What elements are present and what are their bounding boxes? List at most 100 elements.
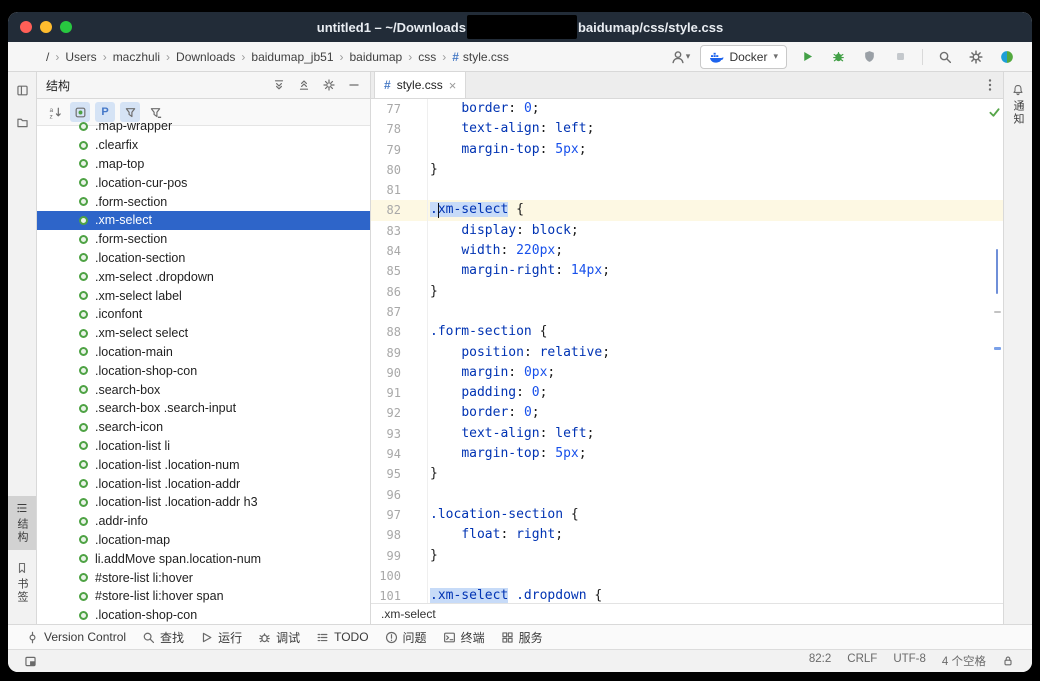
structure-tree-item[interactable]: #store-list li:hover bbox=[37, 568, 370, 587]
plugin-icon[interactable] bbox=[996, 46, 1018, 68]
code-line[interactable]: 85 margin-right: 14px; bbox=[371, 261, 1003, 281]
structure-tree-item[interactable]: .form-section bbox=[37, 192, 370, 211]
code-line[interactable]: 81 bbox=[371, 180, 1003, 200]
code-line[interactable]: 79 margin-top: 5px; bbox=[371, 140, 1003, 160]
structure-tree-item[interactable]: .location-main bbox=[37, 343, 370, 362]
tool-window-button-todo[interactable]: TODO bbox=[308, 625, 376, 649]
structure-tree-item[interactable]: .xm-select .dropdown bbox=[37, 267, 370, 286]
close-tab-icon[interactable]: × bbox=[449, 79, 457, 92]
structure-tree-item[interactable]: .location-section bbox=[37, 249, 370, 268]
caret-position[interactable]: 82:2 bbox=[809, 653, 831, 669]
scrollbar-thumb[interactable] bbox=[996, 249, 998, 294]
code-text[interactable]: border: 0; bbox=[427, 403, 1003, 423]
docker-run-config-button[interactable]: Docker ▾ bbox=[700, 45, 787, 69]
tool-window-button-terminal[interactable]: 终端 bbox=[435, 625, 493, 649]
bookmarks-tool-tab[interactable]: 书签 bbox=[8, 556, 36, 610]
fullscreen-window-button[interactable] bbox=[60, 21, 72, 33]
structure-tree-item[interactable]: .location-shop-con bbox=[37, 361, 370, 380]
structure-tool-tab[interactable]: 结构 bbox=[8, 496, 36, 550]
editor-scrollbar[interactable] bbox=[991, 99, 1003, 583]
code-line[interactable]: 95} bbox=[371, 464, 1003, 484]
panel-settings-gear-icon[interactable] bbox=[319, 75, 339, 95]
structure-tree-item[interactable]: .location-cur-pos bbox=[37, 173, 370, 192]
code-text[interactable]: text-align: left; bbox=[427, 424, 1003, 444]
structure-tree-item[interactable]: li.addMove span.location-num bbox=[37, 549, 370, 568]
breadcrumb-item[interactable]: css bbox=[418, 50, 436, 64]
settings-gear-button[interactable] bbox=[965, 46, 987, 68]
tool-window-button-vcs[interactable]: Version Control bbox=[18, 625, 134, 649]
collapse-all-icon[interactable] bbox=[294, 75, 314, 95]
tab-style-css[interactable]: # style.css × bbox=[374, 72, 466, 98]
breadcrumb-item[interactable]: Users bbox=[65, 50, 96, 64]
structure-tree-item[interactable]: .map-wrapper bbox=[37, 117, 370, 136]
breadcrumb-item[interactable]: / bbox=[46, 50, 49, 64]
folder-icon[interactable] bbox=[12, 112, 32, 132]
code-line[interactable]: 87 bbox=[371, 302, 1003, 322]
code-line[interactable]: 101.xm-select .dropdown { bbox=[371, 586, 1003, 603]
structure-tree-item[interactable]: .location-list .location-addr bbox=[37, 474, 370, 493]
code-text[interactable]: } bbox=[427, 160, 1003, 180]
structure-tree-item[interactable]: .form-section bbox=[37, 230, 370, 249]
code-text[interactable]: } bbox=[427, 546, 1003, 566]
hide-panel-icon[interactable] bbox=[344, 75, 364, 95]
code-line[interactable]: 99} bbox=[371, 546, 1003, 566]
structure-tree-item[interactable]: .map-top bbox=[37, 155, 370, 174]
code-text[interactable]: padding: 0; bbox=[427, 383, 1003, 403]
structure-tree-item[interactable]: .search-box .search-input bbox=[37, 399, 370, 418]
file-encoding[interactable]: UTF-8 bbox=[893, 653, 926, 669]
lock-icon[interactable] bbox=[1002, 655, 1014, 667]
code-line[interactable]: 88.form-section { bbox=[371, 322, 1003, 342]
expand-all-icon[interactable] bbox=[269, 75, 289, 95]
line-ending[interactable]: CRLF bbox=[847, 653, 877, 669]
tool-window-button-run[interactable]: 运行 bbox=[192, 625, 250, 649]
code-line[interactable]: 92 border: 0; bbox=[371, 403, 1003, 423]
code-text[interactable]: border: 0; bbox=[427, 99, 1003, 119]
structure-tree-item[interactable]: .location-shop-con bbox=[37, 606, 370, 624]
code-line[interactable]: 89 position: relative; bbox=[371, 343, 1003, 363]
breadcrumb-item[interactable]: #style.css bbox=[452, 50, 509, 64]
project-view-icon[interactable] bbox=[12, 80, 32, 100]
code-line[interactable]: 84 width: 220px; bbox=[371, 241, 1003, 261]
tool-window-button-debug[interactable]: 调试 bbox=[250, 625, 308, 649]
code-line[interactable]: 83 display: block; bbox=[371, 221, 1003, 241]
user-account-button[interactable]: ▾ bbox=[669, 46, 691, 68]
structure-tree-item[interactable]: .search-box bbox=[37, 380, 370, 399]
structure-tree-item[interactable]: .location-list li bbox=[37, 437, 370, 456]
code-line[interactable]: 86} bbox=[371, 282, 1003, 302]
structure-tree-item[interactable]: .addr-info bbox=[37, 512, 370, 531]
window-layout-icon[interactable] bbox=[20, 651, 40, 671]
tool-window-button-problems[interactable]: 问题 bbox=[377, 625, 435, 649]
tool-window-button-services[interactable]: 服务 bbox=[493, 625, 551, 649]
structure-tree-item[interactable]: .clearfix bbox=[37, 136, 370, 155]
code-line[interactable]: 82.xm-select { bbox=[371, 200, 1003, 220]
run-button[interactable] bbox=[796, 46, 818, 68]
breadcrumb-item[interactable]: maczhuli bbox=[113, 50, 160, 64]
breadcrumb-item[interactable]: Downloads bbox=[176, 50, 235, 64]
code-text[interactable]: margin: 0px; bbox=[427, 363, 1003, 383]
code-text[interactable]: margin-top: 5px; bbox=[427, 140, 1003, 160]
structure-tree-item[interactable]: .iconfont bbox=[37, 305, 370, 324]
structure-tree-item[interactable]: .location-list .location-addr h3 bbox=[37, 493, 370, 512]
code-line[interactable]: 90 margin: 0px; bbox=[371, 363, 1003, 383]
breadcrumb-item[interactable]: baidumap_jb51 bbox=[251, 50, 333, 64]
code-line[interactable]: 100 bbox=[371, 566, 1003, 586]
code-line[interactable]: 78 text-align: left; bbox=[371, 119, 1003, 139]
code-text[interactable]: .xm-select { bbox=[427, 200, 1003, 220]
structure-tree-item[interactable]: .xm-select select bbox=[37, 324, 370, 343]
code-text[interactable] bbox=[427, 302, 1003, 322]
code-text[interactable]: .location-section { bbox=[427, 505, 1003, 525]
code-text[interactable]: } bbox=[427, 282, 1003, 302]
breadcrumb-item[interactable]: baidumap bbox=[350, 50, 403, 64]
code-line[interactable]: 77 border: 0; bbox=[371, 99, 1003, 119]
code-text[interactable]: position: relative; bbox=[427, 343, 1003, 363]
structure-tree-item[interactable]: #store-list li:hover span bbox=[37, 587, 370, 606]
indent-style[interactable]: 4 个空格 bbox=[942, 653, 986, 669]
code-text[interactable]: .form-section { bbox=[427, 322, 1003, 342]
code-area[interactable]: 77 border: 0;78 text-align: left;79 marg… bbox=[371, 99, 1003, 603]
minimize-window-button[interactable] bbox=[40, 21, 52, 33]
close-window-button[interactable] bbox=[20, 21, 32, 33]
structure-tree-item[interactable]: .location-list .location-num bbox=[37, 455, 370, 474]
notifications-tool-tab[interactable]: 通知 bbox=[1004, 78, 1032, 132]
code-line[interactable]: 98 float: right; bbox=[371, 525, 1003, 545]
tool-window-button-search[interactable]: 查找 bbox=[134, 625, 192, 649]
